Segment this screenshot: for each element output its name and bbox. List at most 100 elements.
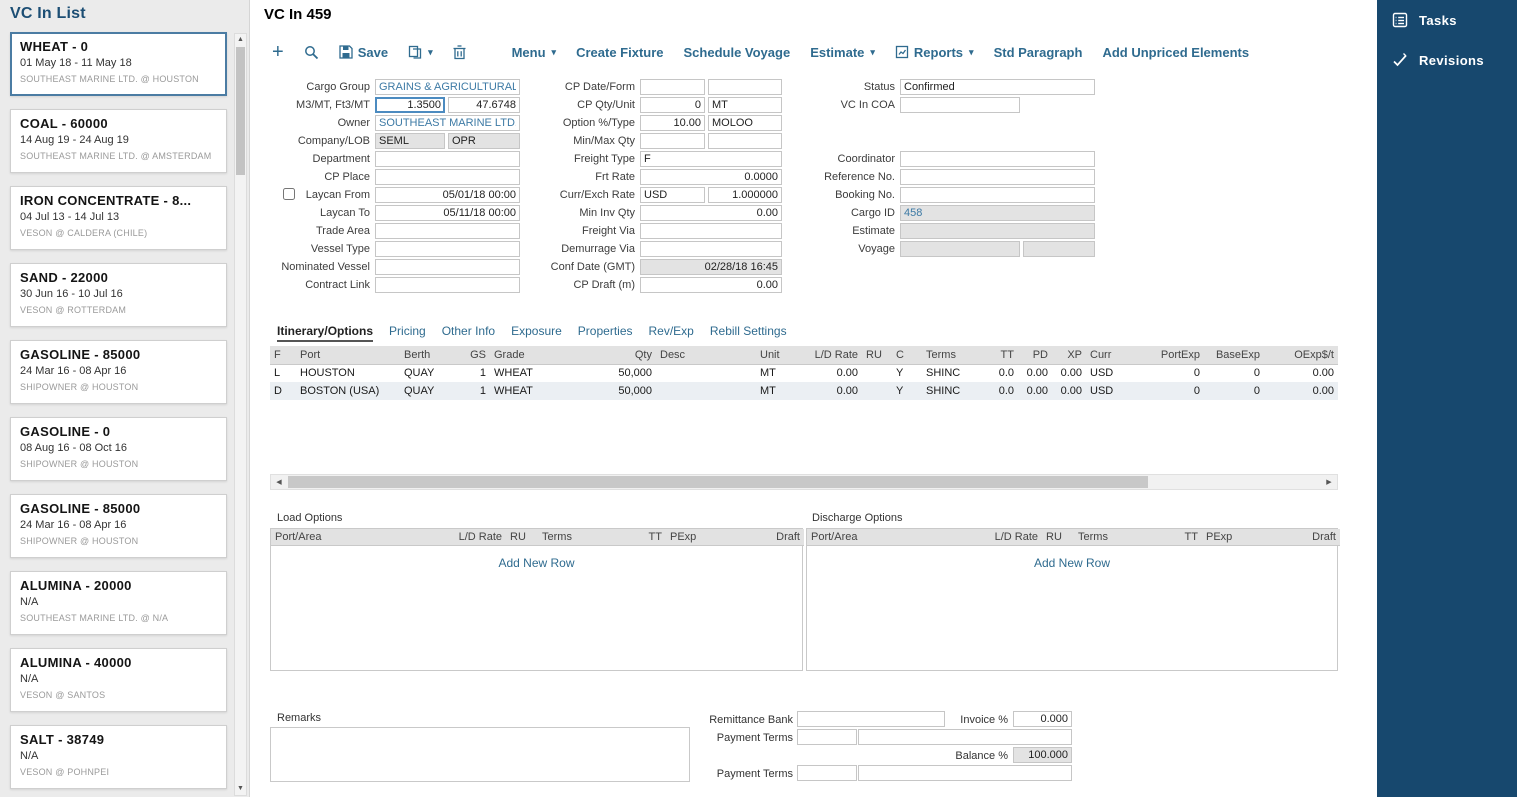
copy-button[interactable]: ▾: [408, 45, 433, 59]
itinerary-column-header[interactable]: PortExp: [1132, 346, 1204, 364]
scrollbar-thumb[interactable]: [236, 47, 245, 175]
add-unpriced-elements-button[interactable]: Add Unpriced Elements: [1102, 45, 1249, 60]
company-input[interactable]: [375, 133, 445, 149]
max-qty-input[interactable]: [708, 133, 782, 149]
load-options-column-header[interactable]: Draft: [728, 529, 804, 545]
tab[interactable]: Properties: [578, 324, 633, 342]
table-row[interactable]: L HOUSTON QUAY 1 WHEAT 50,000 MT 0.00 Y …: [270, 364, 1338, 382]
estimate-button[interactable]: Estimate ▾: [810, 45, 875, 60]
payment-terms-desc-input[interactable]: [858, 729, 1072, 745]
payment-terms-code-input[interactable]: [797, 729, 857, 745]
vessel-type-input[interactable]: [375, 241, 520, 257]
cell-desc[interactable]: [656, 364, 756, 382]
load-options-column-header[interactable]: Terms: [538, 529, 616, 545]
scroll-up-arrow-icon[interactable]: ▲: [235, 34, 246, 46]
list-item[interactable]: IRON CONCENTRATE - 8... 04 Jul 13 - 14 J…: [10, 186, 227, 250]
itinerary-column-header[interactable]: Port: [296, 346, 400, 364]
itinerary-column-header[interactable]: XP: [1052, 346, 1086, 364]
payment-terms-2-desc-input[interactable]: [858, 765, 1072, 781]
tab[interactable]: Other Info: [442, 324, 495, 342]
create-fixture-button[interactable]: Create Fixture: [576, 45, 663, 60]
load-options-column-header[interactable]: TT: [616, 529, 666, 545]
remittance-bank-input[interactable]: [797, 711, 945, 727]
cp-unit-input[interactable]: [708, 97, 782, 113]
itinerary-scrollbar-horizontal[interactable]: ◀ ▶: [270, 474, 1338, 490]
option-type-input[interactable]: [708, 115, 782, 131]
cell-curr[interactable]: USD: [1086, 364, 1132, 382]
itinerary-column-header[interactable]: Curr: [1086, 346, 1132, 364]
itinerary-column-header[interactable]: Grade: [490, 346, 590, 364]
min-inv-qty-input[interactable]: [640, 205, 782, 221]
discharge-options-column-header[interactable]: PExp: [1202, 529, 1264, 545]
tasks-button[interactable]: Tasks: [1377, 0, 1517, 40]
cell-f[interactable]: L: [270, 364, 296, 382]
cell-ru[interactable]: [862, 364, 892, 382]
list-item[interactable]: GASOLINE - 0 08 Aug 16 - 08 Oct 16 SHIPO…: [10, 417, 227, 481]
cell-desc[interactable]: [656, 382, 756, 400]
freight-type-input[interactable]: [640, 151, 782, 167]
ft3-mt-input[interactable]: [448, 97, 520, 113]
cell-baseexp[interactable]: 0: [1204, 382, 1264, 400]
cell-gs[interactable]: 1: [462, 364, 490, 382]
m3-mt-input[interactable]: [375, 97, 445, 113]
menu-button[interactable]: Menu ▾: [512, 45, 556, 60]
cell-grade[interactable]: WHEAT: [490, 382, 590, 400]
lob-input[interactable]: [448, 133, 520, 149]
cp-form-input[interactable]: [708, 79, 782, 95]
tab[interactable]: Exposure: [511, 324, 562, 342]
remarks-textarea[interactable]: [270, 727, 690, 782]
cell-unit[interactable]: MT: [756, 364, 796, 382]
cell-portexp[interactable]: 0: [1132, 382, 1204, 400]
coordinator-input[interactable]: [900, 151, 1095, 167]
owner-input[interactable]: [375, 115, 520, 131]
discharge-add-new-row-link[interactable]: Add New Row: [807, 556, 1337, 570]
invoice-pct-input[interactable]: [1013, 711, 1072, 727]
cell-curr[interactable]: USD: [1086, 382, 1132, 400]
cell-qty[interactable]: 50,000: [590, 364, 656, 382]
list-item[interactable]: GASOLINE - 85000 24 Mar 16 - 08 Apr 16 S…: [10, 340, 227, 404]
itinerary-column-header[interactable]: L/D Rate: [796, 346, 862, 364]
min-qty-input[interactable]: [640, 133, 705, 149]
cell-terms[interactable]: SHINC: [922, 382, 984, 400]
itinerary-column-header[interactable]: Desc: [656, 346, 756, 364]
search-button[interactable]: [304, 45, 319, 60]
laycan-to-input[interactable]: [375, 205, 520, 221]
table-row[interactable]: D BOSTON (USA) QUAY 1 WHEAT 50,000 MT 0.…: [270, 382, 1338, 400]
itinerary-column-header[interactable]: OExp$/t: [1264, 346, 1338, 364]
trade-area-input[interactable]: [375, 223, 520, 239]
list-item[interactable]: ALUMINA - 20000 N/A SOUTHEAST MARINE LTD…: [10, 571, 227, 635]
freight-via-input[interactable]: [640, 223, 782, 239]
scroll-right-arrow-icon[interactable]: ▶: [1321, 475, 1337, 489]
cell-unit[interactable]: MT: [756, 382, 796, 400]
discharge-options-column-header[interactable]: L/D Rate: [967, 529, 1042, 545]
cell-portexp[interactable]: 0: [1132, 364, 1204, 382]
load-options-column-header[interactable]: L/D Rate: [431, 529, 506, 545]
cell-baseexp[interactable]: 0: [1204, 364, 1264, 382]
itinerary-column-header[interactable]: PD: [1018, 346, 1052, 364]
tab[interactable]: Itinerary/Options: [277, 324, 373, 342]
cell-oexp[interactable]: 0.00: [1264, 382, 1338, 400]
load-options-column-header[interactable]: PExp: [666, 529, 728, 545]
laycan-checkbox[interactable]: [283, 188, 295, 200]
reports-button[interactable]: Reports ▾: [895, 45, 974, 60]
cell-pd[interactable]: 0.00: [1018, 382, 1052, 400]
discharge-options-column-header[interactable]: TT: [1152, 529, 1202, 545]
cell-xp[interactable]: 0.00: [1052, 364, 1086, 382]
cell-ru[interactable]: [862, 382, 892, 400]
tab[interactable]: Rev/Exp: [649, 324, 694, 342]
nominated-vessel-input[interactable]: [375, 259, 520, 275]
itinerary-column-header[interactable]: Qty: [590, 346, 656, 364]
discharge-options-column-header[interactable]: Draft: [1264, 529, 1340, 545]
itinerary-column-header[interactable]: TT: [984, 346, 1018, 364]
list-item[interactable]: SAND - 22000 30 Jun 16 - 10 Jul 16 VESON…: [10, 263, 227, 327]
frt-rate-input[interactable]: [640, 169, 782, 185]
revisions-button[interactable]: Revisions: [1377, 40, 1517, 80]
status-input[interactable]: [900, 79, 1095, 95]
cell-terms[interactable]: SHINC: [922, 364, 984, 382]
itinerary-column-header[interactable]: RU: [862, 346, 892, 364]
discharge-options-column-header[interactable]: Port/Area: [807, 529, 967, 545]
discharge-options-column-header[interactable]: Terms: [1074, 529, 1152, 545]
cargo-group-input[interactable]: [375, 79, 520, 95]
cell-gs[interactable]: 1: [462, 382, 490, 400]
scrollbar-thumb[interactable]: [288, 476, 1148, 488]
